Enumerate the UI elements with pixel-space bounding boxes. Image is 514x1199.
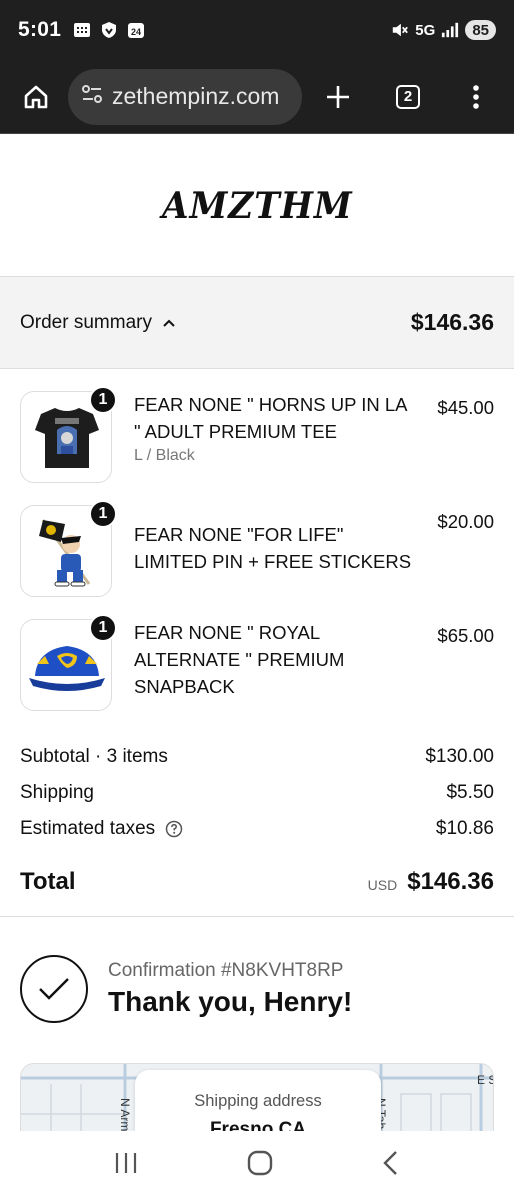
chevron-up-icon xyxy=(162,312,176,334)
brand-header: AMZTHM xyxy=(0,135,514,277)
shield-icon xyxy=(100,21,118,39)
line-items: 1 FEAR NONE " HORNS UP IN LA " ADULT PRE… xyxy=(0,369,514,711)
confirmation-number: Confirmation #N8KVHT8RP xyxy=(108,960,344,981)
order-summary-total: $146.36 xyxy=(410,309,494,335)
shipping-row: Shipping $5.50 xyxy=(20,775,494,811)
item-variant: L / Black xyxy=(134,447,195,464)
thank-you-heading: Thank you, Henry! xyxy=(108,986,353,1017)
line-item: 1 FEAR NONE "FOR LIFE" LIMITED PIN + FRE… xyxy=(20,500,494,597)
network-type: 5G xyxy=(415,21,436,39)
svg-text:N Arm: N Arm xyxy=(118,1098,132,1131)
item-price: $45.00 xyxy=(437,397,494,418)
shipping-value: $5.50 xyxy=(446,782,494,803)
total-row: Total USD $146.36 xyxy=(0,847,514,917)
checkmark-icon xyxy=(20,955,88,1023)
mute-icon xyxy=(391,21,409,39)
order-summary-toggle[interactable]: Order summary xyxy=(20,312,176,334)
page-content: AMZTHM Order summary $146.36 1 FEAR NONE… xyxy=(0,135,514,1131)
product-thumbnail-tee: 1 xyxy=(20,386,117,483)
system-icons: 5G 85 xyxy=(391,20,496,40)
line-item: 1 FEAR NONE " ROYAL ALTERNATE " PREMIUM … xyxy=(20,614,494,711)
address-bar[interactable]: zethempinz.com xyxy=(68,68,302,125)
order-totals: Subtotal · 3 items $130.00 Shipping $5.5… xyxy=(0,733,514,917)
total-label: Total xyxy=(20,867,76,895)
calendar-24-icon: 24 xyxy=(127,21,145,39)
status-bar: 5:01 24 5G 85 xyxy=(0,0,514,60)
notification-icons: 24 xyxy=(73,21,145,39)
calendar-grid-icon xyxy=(73,21,91,39)
system-nav-bar xyxy=(0,1131,514,1199)
shipping-label: Shipping xyxy=(20,782,94,803)
subtotal-value: $130.00 xyxy=(425,746,494,767)
order-summary-bar[interactable]: Order summary $146.36 xyxy=(0,277,514,369)
home-icon[interactable] xyxy=(14,75,58,119)
item-price: $20.00 xyxy=(437,511,494,532)
battery-level: 85 xyxy=(465,20,496,40)
site-settings-icon[interactable] xyxy=(80,82,104,111)
signal-icon xyxy=(441,21,459,39)
taxes-row: Estimated taxes $10.86 xyxy=(20,811,494,847)
tab-count: 2 xyxy=(396,84,420,109)
product-thumbnail-snapback: 1 xyxy=(20,614,117,711)
item-title: FEAR NONE "FOR LIFE" LIMITED PIN + FREE … xyxy=(134,524,412,572)
confirmation-section: Confirmation #N8KVHT8RP Thank you, Henry… xyxy=(0,917,514,1023)
taxes-label: Estimated taxes xyxy=(20,818,156,839)
svg-text:E S: E S xyxy=(477,1073,494,1087)
tab-switcher-button[interactable]: 2 xyxy=(386,75,430,119)
currency-code: USD xyxy=(367,876,398,893)
quantity-badge: 1 xyxy=(89,614,117,642)
shipping-map[interactable]: N Arm N Tab E S Shipping address Fresno … xyxy=(20,1063,494,1131)
brand-logo[interactable]: AMZTHM xyxy=(162,185,353,227)
url-text[interactable]: zethempinz.com xyxy=(112,83,279,110)
more-menu-icon[interactable] xyxy=(454,75,498,119)
shipping-city: Fresno CA xyxy=(209,1119,307,1131)
item-title: FEAR NONE " ROYAL ALTERNATE " PREMIUM SN… xyxy=(134,622,345,697)
line-item: 1 FEAR NONE " HORNS UP IN LA " ADULT PRE… xyxy=(20,386,494,483)
shipping-address-card: Shipping address Fresno CA xyxy=(135,1070,381,1131)
shipping-address-label: Shipping address xyxy=(194,1092,322,1110)
new-tab-icon[interactable] xyxy=(316,75,360,119)
item-price: $65.00 xyxy=(437,625,494,646)
recent-apps-icon[interactable] xyxy=(113,1151,139,1180)
back-icon[interactable] xyxy=(381,1150,401,1181)
quantity-badge: 1 xyxy=(89,500,117,528)
quantity-badge: 1 xyxy=(89,386,117,414)
product-thumbnail-pin: 1 xyxy=(20,500,117,597)
home-button-icon[interactable] xyxy=(246,1149,274,1182)
item-title: FEAR NONE " HORNS UP IN LA " ADULT PREMI… xyxy=(134,394,407,442)
taxes-value: $10.86 xyxy=(435,818,494,839)
subtotal-row: Subtotal · 3 items $130.00 xyxy=(20,739,494,775)
help-circle-icon[interactable] xyxy=(165,820,183,838)
clock: 5:01 xyxy=(18,18,62,41)
browser-toolbar: zethempinz.com 2 xyxy=(0,60,514,134)
subtotal-label: Subtotal · 3 items xyxy=(20,746,168,767)
svg-text:24: 24 xyxy=(131,27,141,37)
total-value: $146.36 xyxy=(407,867,494,895)
order-summary-label: Order summary xyxy=(20,311,152,333)
